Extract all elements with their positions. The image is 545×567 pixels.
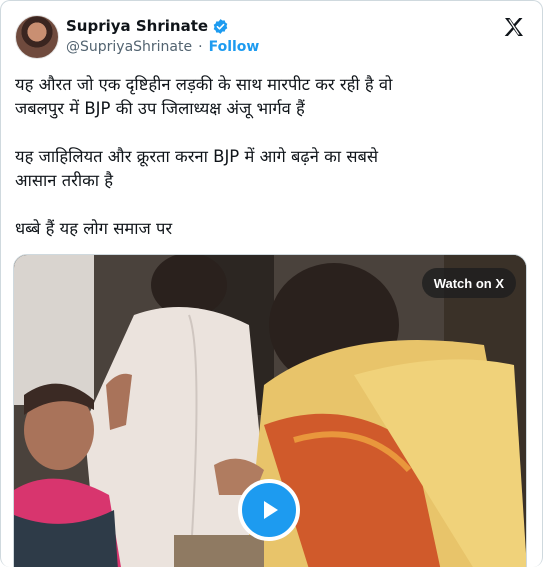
x-logo-icon[interactable] [502,15,526,39]
tweet-paragraph: धब्बे हैं यह लोग समाज पर [15,219,173,238]
author-handle[interactable]: @SupriyaShrinate [66,39,192,55]
tweet-card: Supriya Shrinate @SupriyaShrinate · Foll… [0,0,543,567]
verified-badge-icon [213,18,228,34]
play-button[interactable] [238,479,300,541]
video-thumbnail[interactable]: Watch on X [13,254,527,567]
author-display-name[interactable]: Supriya Shrinate [66,17,208,35]
tweet-paragraph: यह जाहिलियत और क्रूरता करना BJP में आगे … [15,147,379,190]
follow-button[interactable]: Follow [209,39,260,55]
play-icon [264,501,278,519]
tweet-paragraph: यह औरत जो एक दृष्टिहीन लड़की के साथ मारप… [15,75,393,118]
tweet-text: यह औरत जो एक दृष्टिहीन लड़की के साथ मारप… [15,73,525,265]
avatar[interactable] [15,15,59,59]
watch-on-x-button[interactable]: Watch on X [421,268,516,298]
separator-dot: · [198,39,203,55]
author-name-row: Supriya Shrinate [66,17,229,35]
author-handle-row: @SupriyaShrinate · Follow [66,39,259,55]
